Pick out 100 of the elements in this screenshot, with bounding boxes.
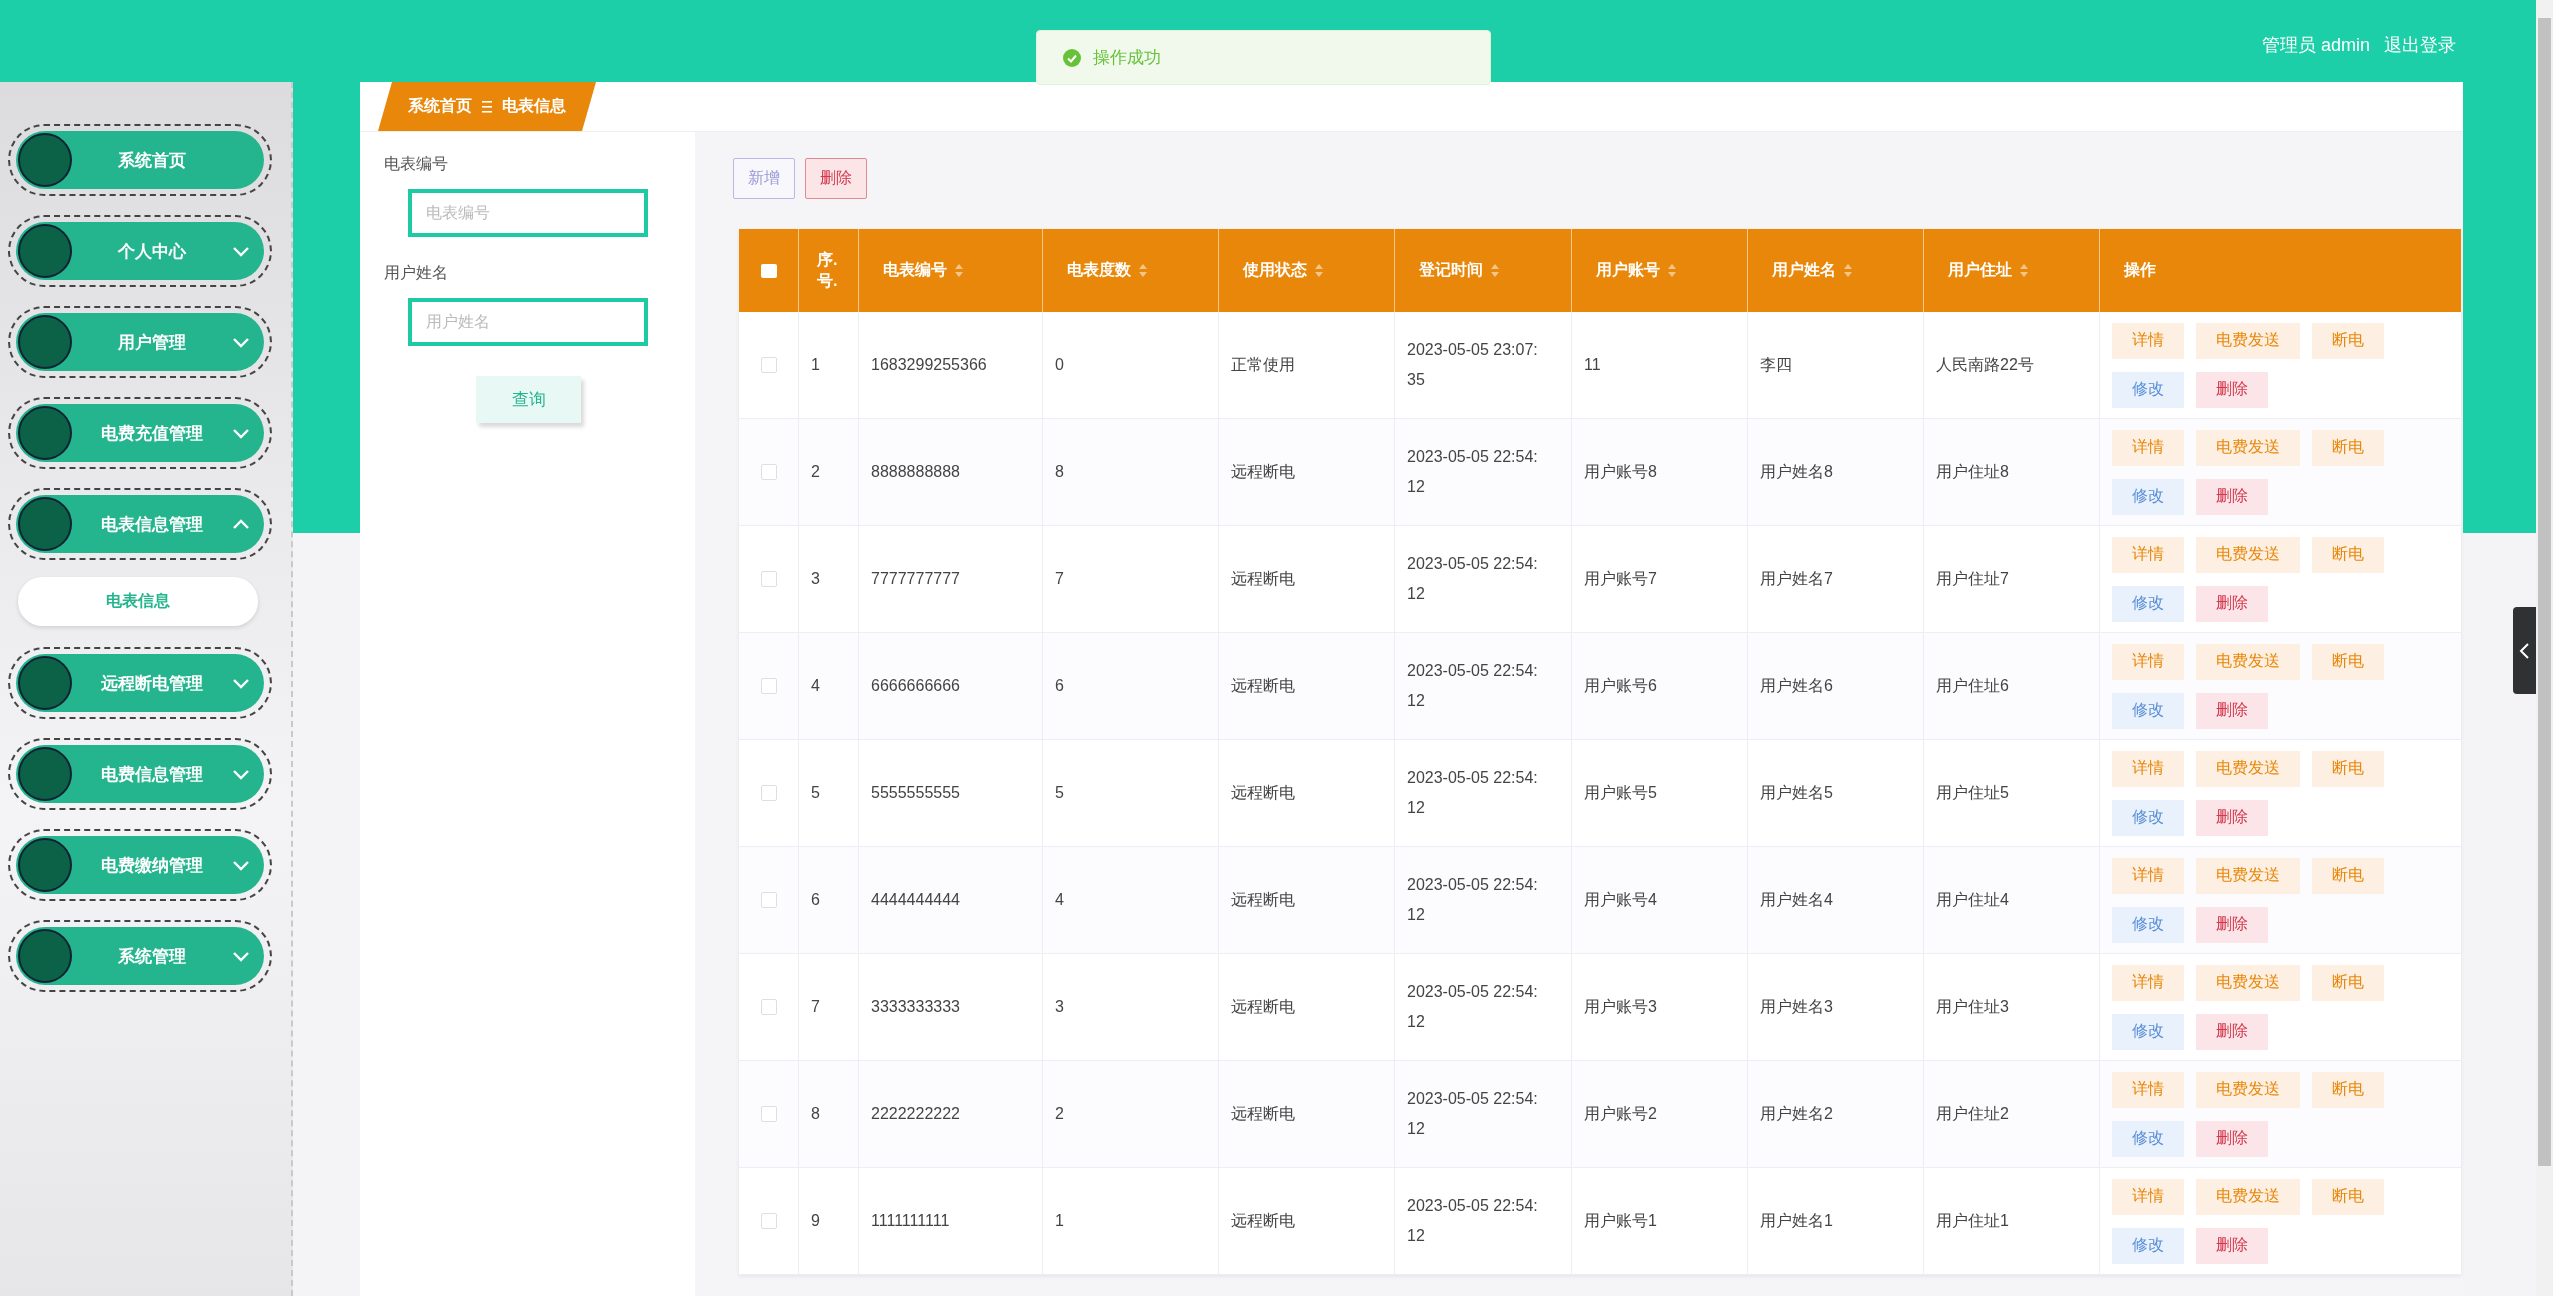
row-checkbox[interactable] bbox=[760, 571, 777, 587]
power-off-button[interactable]: 断电 bbox=[2312, 1071, 2384, 1108]
detail-button[interactable]: 详情 bbox=[2112, 322, 2184, 359]
user-label: 管理员 admin bbox=[2261, 34, 2370, 57]
table-cell: 0 bbox=[1055, 356, 1064, 374]
row-checkbox[interactable] bbox=[760, 999, 777, 1015]
row-checkbox[interactable] bbox=[760, 357, 777, 373]
send-bill-button[interactable]: 电费发送 bbox=[2196, 643, 2300, 680]
power-off-button[interactable]: 断电 bbox=[2312, 750, 2384, 787]
delete-button[interactable]: 删除 bbox=[2196, 1013, 2268, 1050]
delete-button[interactable]: 删除 bbox=[2196, 692, 2268, 729]
menu-item[interactable]: 远程断电管理 bbox=[8, 647, 272, 719]
edit-button[interactable]: 修改 bbox=[2112, 799, 2184, 836]
menu-item[interactable]: 个人中心 bbox=[8, 215, 272, 287]
table-cell-text: 用户账号4 bbox=[1584, 889, 1657, 910]
table-cell: 1 bbox=[811, 356, 820, 374]
input-field[interactable]: 电表编号 bbox=[408, 189, 648, 237]
table-cell: 1 bbox=[1055, 1212, 1064, 1230]
detail-button[interactable]: 详情 bbox=[2112, 964, 2184, 1001]
detail-button[interactable]: 详情 bbox=[2112, 857, 2184, 894]
edit-button[interactable]: 修改 bbox=[2112, 906, 2184, 943]
table-cell-text: 用户账号5 bbox=[1584, 782, 1657, 803]
table-cell-text: 用户账号3 bbox=[1584, 996, 1657, 1017]
collapse-tab[interactable] bbox=[2513, 607, 2536, 694]
row-checkbox[interactable] bbox=[760, 785, 777, 801]
detail-button[interactable]: 详情 bbox=[2112, 536, 2184, 573]
send-bill-button[interactable]: 电费发送 bbox=[2196, 429, 2300, 466]
table-cell-text: 2023-05-05 22:54:12 bbox=[1407, 874, 1539, 925]
search-button[interactable]: 查询 bbox=[476, 376, 581, 423]
edit-button[interactable]: 修改 bbox=[2112, 585, 2184, 622]
dot-icon bbox=[18, 929, 72, 983]
delete-button[interactable]: 删除 bbox=[805, 158, 867, 199]
menu-item[interactable]: 系统管理 bbox=[8, 920, 272, 992]
table-cell-text: 远程断电 bbox=[1231, 996, 1295, 1017]
edit-button[interactable]: 修改 bbox=[2112, 371, 2184, 408]
table-cell: 8888888888 bbox=[871, 463, 960, 481]
edit-button[interactable]: 修改 bbox=[2112, 1013, 2184, 1050]
edit-button[interactable]: 修改 bbox=[2112, 692, 2184, 729]
delete-button[interactable]: 删除 bbox=[2196, 1120, 2268, 1157]
row-checkbox[interactable] bbox=[760, 1213, 777, 1229]
power-off-button[interactable]: 断电 bbox=[2312, 429, 2384, 466]
delete-button[interactable]: 删除 bbox=[2196, 371, 2268, 408]
table-cell-text: 远程断电 bbox=[1231, 461, 1295, 482]
power-off-button[interactable]: 断电 bbox=[2312, 322, 2384, 359]
send-bill-button[interactable]: 电费发送 bbox=[2196, 857, 2300, 894]
menu-item[interactable]: 用户管理 bbox=[8, 306, 272, 378]
submenu-item[interactable]: 电表信息 bbox=[18, 577, 258, 626]
detail-button[interactable]: 详情 bbox=[2112, 750, 2184, 787]
edit-button[interactable]: 修改 bbox=[2112, 1120, 2184, 1157]
scrollbar[interactable] bbox=[2536, 0, 2553, 1296]
send-bill-button[interactable]: 电费发送 bbox=[2196, 1178, 2300, 1215]
delete-button[interactable]: 删除 bbox=[2196, 478, 2268, 515]
detail-button[interactable]: 详情 bbox=[2112, 1178, 2184, 1215]
send-bill-button[interactable]: 电费发送 bbox=[2196, 1071, 2300, 1108]
delete-button[interactable]: 删除 bbox=[2196, 585, 2268, 622]
scrollbar-thumb[interactable] bbox=[2538, 18, 2551, 1166]
table-cell-text: 用户住址3 bbox=[1936, 996, 2009, 1017]
table-cell-text: 正常使用 bbox=[1231, 354, 1295, 375]
detail-button[interactable]: 详情 bbox=[2112, 1071, 2184, 1108]
delete-button[interactable]: 删除 bbox=[2196, 1227, 2268, 1264]
delete-button[interactable]: 删除 bbox=[2196, 906, 2268, 943]
row-checkbox[interactable] bbox=[760, 892, 777, 908]
add-button[interactable]: 新增 bbox=[733, 158, 795, 199]
menu-item[interactable]: 电费信息管理 bbox=[8, 738, 272, 810]
menu-item[interactable]: 电费充值管理 bbox=[8, 397, 272, 469]
menu-item[interactable]: 电表信息管理 bbox=[8, 488, 272, 560]
input-field[interactable]: 用户姓名 bbox=[408, 298, 648, 346]
power-off-button[interactable]: 断电 bbox=[2312, 857, 2384, 894]
power-off-button[interactable]: 断电 bbox=[2312, 643, 2384, 680]
row-checkbox[interactable] bbox=[760, 678, 777, 694]
menu-item[interactable]: 系统首页 bbox=[8, 124, 272, 196]
row-checkbox[interactable] bbox=[760, 464, 777, 480]
field-label: 用户姓名 bbox=[384, 263, 449, 283]
table-cell-text: 2023-05-05 22:54:12 bbox=[1407, 981, 1539, 1032]
table-cell-text: 用户姓名7 bbox=[1760, 568, 1833, 589]
table-cell-text: 用户姓名3 bbox=[1760, 996, 1833, 1017]
column-header: 用户姓名 bbox=[1772, 260, 1836, 280]
logout-link[interactable]: 退出登录 bbox=[2384, 33, 2456, 57]
detail-button[interactable]: 详情 bbox=[2112, 643, 2184, 680]
table-cell-text: 用户姓名8 bbox=[1760, 461, 1833, 482]
menu-item[interactable]: 电费缴纳管理 bbox=[8, 829, 272, 901]
table-cell-text: 2023-05-05 22:54:12 bbox=[1407, 660, 1539, 711]
send-bill-button[interactable]: 电费发送 bbox=[2196, 750, 2300, 787]
power-off-button[interactable]: 断电 bbox=[2312, 964, 2384, 1001]
send-bill-button[interactable]: 电费发送 bbox=[2196, 322, 2300, 359]
table-cell: 2 bbox=[811, 463, 820, 481]
delete-button[interactable]: 删除 bbox=[2196, 799, 2268, 836]
send-bill-button[interactable]: 电费发送 bbox=[2196, 964, 2300, 1001]
column-header: 电表编号 bbox=[883, 260, 947, 280]
breadcrumb-link[interactable]: 电表信息 bbox=[502, 96, 566, 117]
detail-button[interactable]: 详情 bbox=[2112, 429, 2184, 466]
power-off-button[interactable]: 断电 bbox=[2312, 1178, 2384, 1215]
select-all-checkbox[interactable] bbox=[760, 263, 777, 278]
edit-button[interactable]: 修改 bbox=[2112, 478, 2184, 515]
breadcrumb-link[interactable]: 系统首页 bbox=[408, 96, 472, 117]
edit-button[interactable]: 修改 bbox=[2112, 1227, 2184, 1264]
sort-icon bbox=[1668, 264, 1676, 277]
power-off-button[interactable]: 断电 bbox=[2312, 536, 2384, 573]
send-bill-button[interactable]: 电费发送 bbox=[2196, 536, 2300, 573]
row-checkbox[interactable] bbox=[760, 1106, 777, 1122]
